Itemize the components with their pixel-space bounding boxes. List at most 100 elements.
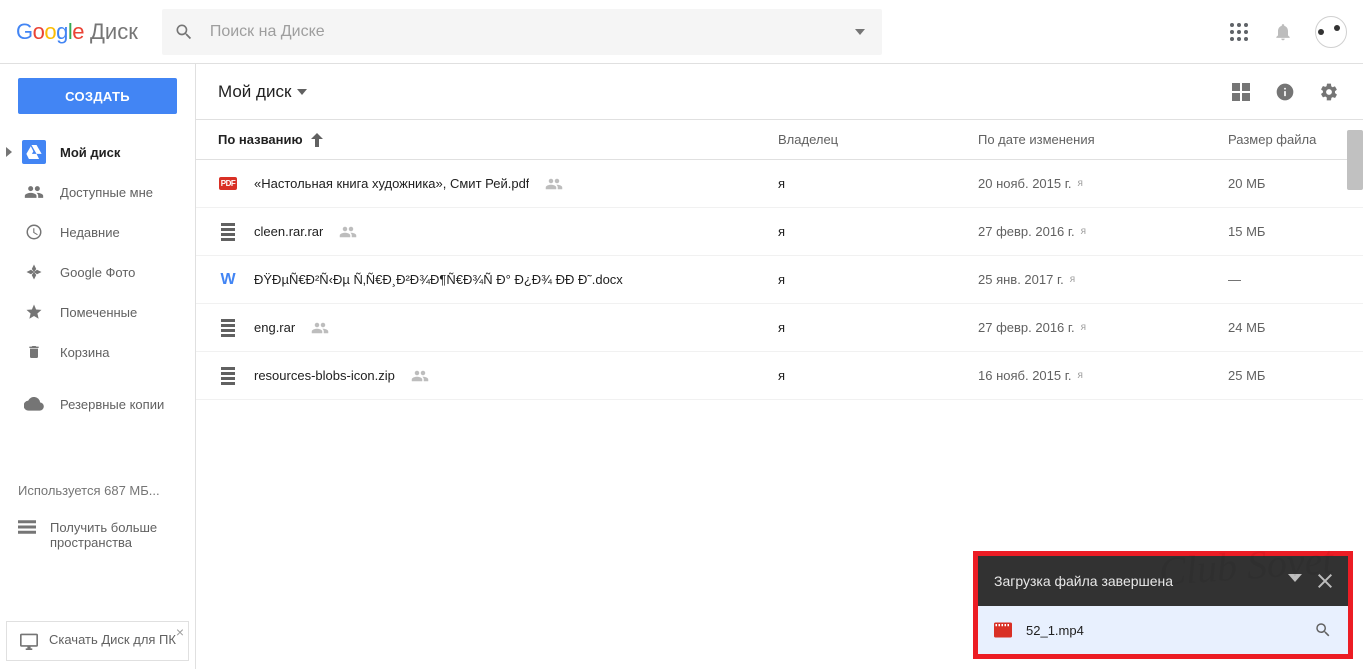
table-row[interactable]: W ÐŸÐµÑ€Ð²Ñ‹Ðµ Ñ‚Ñ€Ð¸Ð²Ð¾Ð¶Ñ€Ð¾Ñ Ð° Ð¿Ð¾ … [196,256,1363,304]
upload-file-name: 52_1.mp4 [1026,623,1084,638]
column-size[interactable]: Размер файла [1228,132,1321,147]
file-name: cleen.rar.rar [254,224,323,239]
star-icon [22,300,46,324]
sidebar-item-trash[interactable]: Корзина [0,332,195,372]
chevron-right-icon[interactable] [0,147,18,157]
upload-complete-popup: Загрузка файла завершена 52_1.mp4 [973,551,1353,659]
google-wordmark: Google [16,19,84,45]
search-bar[interactable] [162,9,882,55]
drive-icon [22,140,46,164]
upload-popup-title: Загрузка файла завершена [994,573,1173,589]
shared-indicator-icon [339,226,357,238]
file-rows: PDF «Настольная книга художника», Смит Ре… [196,160,1363,400]
storage-usage: Используется 687 МБ... [0,471,195,510]
create-button[interactable]: СОЗДАТЬ [18,78,177,114]
sidebar-item-label: Google Фото [60,265,187,280]
file-size: — [1228,272,1341,287]
file-modified: 16 нояб. 2015 г. [978,368,1072,383]
sidebar-item-photos[interactable]: Google Фото [0,252,195,292]
file-modified-by: я [1081,226,1086,237]
file-size: 25 МБ [1228,368,1341,383]
close-icon[interactable]: × [176,624,184,640]
file-modified: 27 февр. 2016 г. [978,224,1075,239]
file-modified: 27 февр. 2016 г. [978,320,1075,335]
file-modified-by: я [1078,370,1083,381]
file-name: eng.rar [254,320,295,335]
product-name: Диск [90,19,138,45]
clock-icon [22,220,46,244]
shared-icon [22,180,46,204]
word-icon: W [220,271,235,289]
table-row[interactable]: cleen.rar.rarя27 февр. 2016 г.я15 МБ [196,208,1363,256]
file-size: 15 МБ [1228,224,1341,239]
notifications-icon[interactable] [1271,20,1295,44]
sidebar-item-my-drive[interactable]: Мой диск [0,132,195,172]
trash-icon [22,340,46,364]
file-modified: 20 нояб. 2015 г. [978,176,1072,191]
sidebar: СОЗДАТЬ Мой диск Доступные мне [0,64,196,669]
locate-file-icon[interactable] [1314,621,1332,639]
get-more-storage[interactable]: Получить больше пространства [0,510,195,574]
monitor-icon [19,632,39,650]
scrollbar-thumb[interactable] [1347,130,1363,190]
file-owner: я [778,176,978,191]
close-icon[interactable] [1318,574,1332,588]
column-name[interactable]: По названию [218,132,778,147]
sidebar-item-recent[interactable]: Недавние [0,212,195,252]
file-modified: 25 янв. 2017 г. [978,272,1064,287]
storage-icon [18,520,36,534]
table-row[interactable]: PDF «Настольная книга художника», Смит Ре… [196,160,1363,208]
sidebar-item-starred[interactable]: Помеченные [0,292,195,332]
column-modified[interactable]: По дате изменения [978,132,1228,147]
sidebar-item-backups[interactable]: Резервные копии [0,384,195,424]
table-header: По названию Владелец По дате изменения Р… [196,120,1363,160]
toolbar-actions [1229,80,1341,104]
sidebar-item-shared[interactable]: Доступные мне [0,172,195,212]
file-name: resources-blobs-icon.zip [254,368,395,383]
pdf-icon: PDF [219,177,238,190]
account-avatar[interactable] [1315,16,1347,48]
download-desktop-card[interactable]: × Скачать Диск для ПК [6,621,189,661]
breadcrumb-label: Мой диск [218,82,291,102]
file-size: 24 МБ [1228,320,1341,335]
toolbar: Мой диск [196,64,1363,120]
more-storage-label: Получить больше пространства [50,520,177,550]
grid-view-icon[interactable] [1229,80,1253,104]
video-file-icon [994,622,1012,638]
download-card-label: Скачать Диск для ПК [49,632,176,647]
file-owner: я [778,224,978,239]
info-icon[interactable] [1273,80,1297,104]
app-header: Google Диск [0,0,1363,64]
collapse-icon[interactable] [1288,574,1302,588]
cloud-icon [22,392,46,416]
apps-icon[interactable] [1227,20,1251,44]
file-owner: я [778,272,978,287]
file-name: «Настольная книга художника», Смит Рей.p… [254,176,529,191]
file-size: 20 МБ [1228,176,1341,191]
file-owner: я [778,368,978,383]
file-modified-by: я [1081,322,1086,333]
logo[interactable]: Google Диск [16,19,138,45]
table-row[interactable]: eng.rarя27 февр. 2016 г.я24 МБ [196,304,1363,352]
shared-indicator-icon [545,178,563,190]
archive-icon [221,223,235,241]
shared-indicator-icon [411,370,429,382]
upload-file-row[interactable]: 52_1.mp4 [978,606,1348,654]
search-input[interactable] [196,23,848,41]
column-owner[interactable]: Владелец [778,132,978,147]
sidebar-item-label: Доступные мне [60,185,187,200]
gear-icon[interactable] [1317,80,1341,104]
sort-arrow-up-icon [311,133,323,147]
file-modified-by: я [1070,274,1075,285]
search-icon [172,20,196,44]
breadcrumb[interactable]: Мой диск [218,82,307,102]
file-modified-by: я [1078,178,1083,189]
column-name-label: По названию [218,132,303,147]
table-row[interactable]: resources-blobs-icon.zipя16 нояб. 2015 г… [196,352,1363,400]
sidebar-item-label: Корзина [60,345,187,360]
archive-icon [221,319,235,337]
nav: Мой диск Доступные мне Недавние [0,128,195,424]
sidebar-item-label: Помеченные [60,305,187,320]
file-name: ÐŸÐµÑ€Ð²Ñ‹Ðµ Ñ‚Ñ€Ð¸Ð²Ð¾Ð¶Ñ€Ð¾Ñ Ð° Ð¿Ð¾ Ð… [254,272,623,287]
search-dropdown-icon[interactable] [848,20,872,44]
